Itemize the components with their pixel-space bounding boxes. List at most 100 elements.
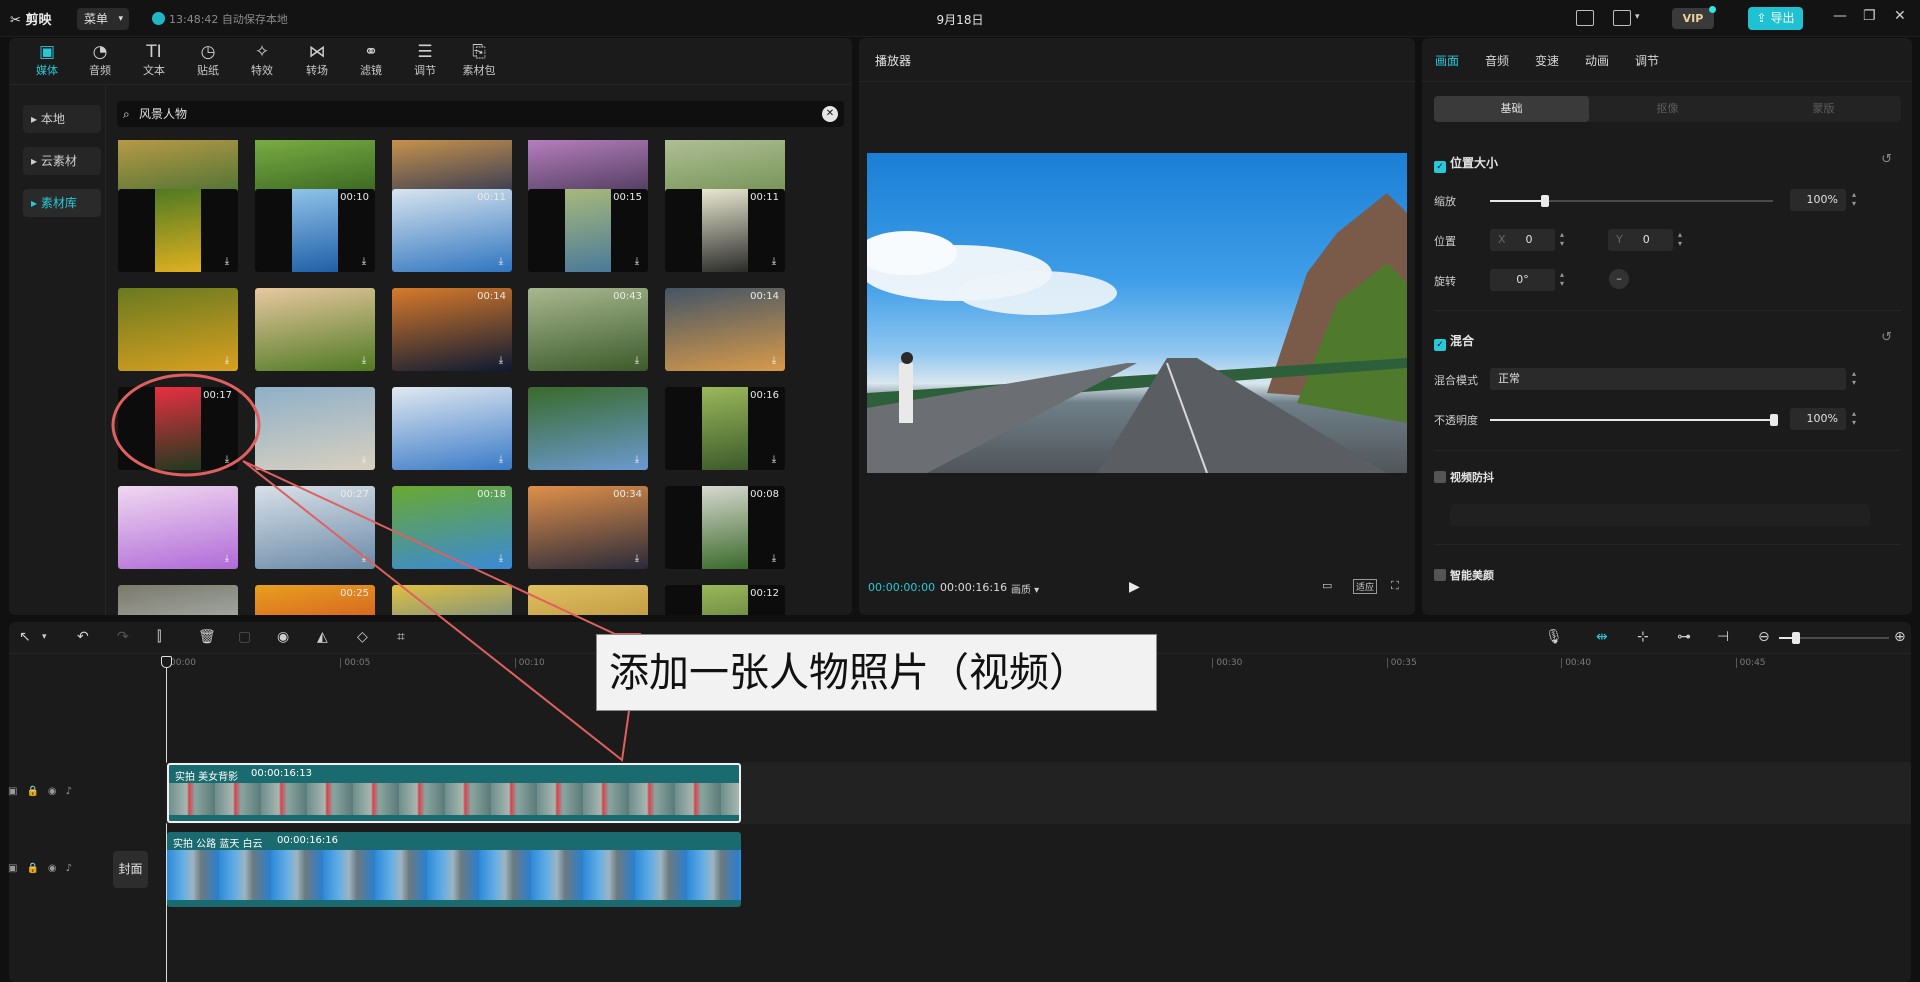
speaker-icon[interactable]: ♪ bbox=[66, 786, 81, 797]
tab-audio[interactable]: ◔ 音频 bbox=[76, 42, 124, 78]
opacity-input[interactable]: 100% bbox=[1790, 408, 1846, 430]
media-tile[interactable]: 00:11 ⤓ bbox=[665, 189, 785, 272]
crop-icon[interactable]: ⌗ bbox=[397, 629, 405, 645]
cover-button[interactable]: 封面 bbox=[113, 851, 148, 888]
clear-icon[interactable]: ✕ bbox=[822, 106, 838, 122]
download-icon[interactable]: ⤓ bbox=[768, 553, 780, 565]
download-icon[interactable]: ⤓ bbox=[631, 256, 643, 268]
zoom-out-icon[interactable]: ⊖ bbox=[1758, 629, 1770, 645]
speaker-icon[interactable]: ♪ bbox=[66, 863, 81, 874]
media-tile[interactable]: 00:14 ⤓ bbox=[665, 288, 785, 371]
rotate-icon[interactable]: ◇ bbox=[357, 629, 368, 645]
checkbox-unchecked-icon[interactable] bbox=[1434, 569, 1446, 581]
reverse-icon[interactable]: ◉ bbox=[277, 629, 289, 645]
reset-icon[interactable]: ↺ bbox=[1881, 330, 1892, 345]
tab-transition[interactable]: ⋈ 转场 bbox=[293, 42, 341, 78]
download-icon[interactable]: ⤓ bbox=[358, 256, 370, 268]
tab-speed[interactable]: 变速 bbox=[1535, 52, 1559, 69]
position-x-input[interactable]: X0 bbox=[1490, 229, 1555, 251]
subtab-cutout[interactable]: 抠像 bbox=[1590, 96, 1745, 122]
scale-stepper[interactable]: ▴ ▾ bbox=[1852, 190, 1856, 208]
download-icon[interactable]: ⤓ bbox=[358, 553, 370, 565]
sidebar-item-library[interactable]: ▸ 素材库 bbox=[23, 189, 101, 217]
media-tile[interactable]: 00:14 ⤓ bbox=[392, 288, 512, 371]
tab-adjust[interactable]: ☰ 调节 bbox=[401, 42, 449, 78]
quality-select[interactable]: 画质 ▾ bbox=[1011, 581, 1039, 596]
checkbox-checked-icon[interactable]: ✓ bbox=[1434, 339, 1446, 351]
search-input[interactable]: ⌕ 风景人物 ✕ bbox=[117, 101, 844, 127]
download-icon[interactable]: ⤓ bbox=[631, 355, 643, 367]
opacity-stepper[interactable]: ▴ ▾ bbox=[1852, 409, 1856, 427]
download-icon[interactable]: ⤓ bbox=[495, 256, 507, 268]
track-toggle-icon[interactable]: ▣ bbox=[8, 863, 26, 874]
lock-icon[interactable]: 🔒 bbox=[26, 863, 47, 874]
x-stepper[interactable]: ▴ ▾ bbox=[1560, 230, 1564, 248]
sidebar-item-local[interactable]: ▸ 本地 bbox=[23, 105, 101, 133]
position-y-input[interactable]: Y0 bbox=[1608, 229, 1673, 251]
opacity-slider-knob[interactable] bbox=[1770, 414, 1778, 426]
blend-mode-stepper[interactable]: ▴ ▾ bbox=[1852, 369, 1856, 387]
media-tile[interactable]: 00:15 ⤓ bbox=[528, 189, 648, 272]
ratio-button[interactable]: 适应 bbox=[1353, 579, 1378, 594]
rotate-stepper[interactable]: ▴ ▾ bbox=[1560, 270, 1564, 288]
main-track-magnet-icon[interactable]: ⇹ bbox=[1596, 629, 1608, 645]
media-tile[interactable]: ⤓ bbox=[255, 288, 375, 371]
media-tile[interactable]: ⤓ bbox=[255, 387, 375, 470]
media-tile[interactable]: 00:18 ⤓ bbox=[392, 486, 512, 569]
media-tile[interactable]: ⤓ bbox=[392, 387, 512, 470]
tab-effects[interactable]: ✧ 特效 bbox=[238, 42, 286, 78]
download-icon[interactable]: ⤓ bbox=[221, 355, 233, 367]
chevron-down-icon[interactable]: ▾ bbox=[42, 632, 47, 642]
media-tile[interactable]: 00:08 ⤓ bbox=[665, 486, 785, 569]
tab-animation[interactable]: 动画 bbox=[1585, 52, 1609, 69]
eye-icon[interactable]: ◉ bbox=[48, 863, 66, 874]
download-icon[interactable]: ⤓ bbox=[495, 355, 507, 367]
media-tile[interactable]: ⤓ bbox=[118, 288, 238, 371]
download-icon[interactable]: ⤓ bbox=[768, 355, 780, 367]
waveform-icon[interactable]: ▭ bbox=[1322, 579, 1332, 592]
subtab-basic[interactable]: 基础 bbox=[1434, 96, 1589, 122]
track-controls-1[interactable]: ▣🔒◉♪ bbox=[8, 786, 81, 797]
tab-sticker[interactable]: ◷ 贴纸 bbox=[184, 42, 232, 78]
zoom-in-icon[interactable]: ⊕ bbox=[1894, 629, 1906, 645]
tab-filter[interactable]: ⚭ 滤镜 bbox=[347, 42, 395, 78]
blend-section[interactable]: ✓ 混合 bbox=[1434, 332, 1474, 351]
menu-button[interactable]: 菜单 ▾ bbox=[77, 8, 129, 30]
media-tile[interactable]: ⤓ bbox=[118, 486, 238, 569]
checkbox-checked-icon[interactable]: ✓ bbox=[1434, 161, 1446, 173]
media-tile[interactable]: 00:43 ⤓ bbox=[528, 288, 648, 371]
position-size-section[interactable]: ✓ 位置大小 bbox=[1434, 154, 1498, 173]
fullscreen-icon[interactable]: ⛶ bbox=[1391, 579, 1399, 593]
rotate-input[interactable]: 0° bbox=[1490, 269, 1555, 291]
media-tile[interactable]: 00:11 ⤓ bbox=[392, 189, 512, 272]
sidebar-item-cloud[interactable]: ▸ 云素材 bbox=[23, 147, 101, 175]
download-icon[interactable]: ⤓ bbox=[358, 454, 370, 466]
download-icon[interactable]: ⤓ bbox=[221, 454, 233, 466]
lock-icon[interactable]: 🔒 bbox=[26, 786, 47, 797]
zoom-slider-knob[interactable] bbox=[1792, 632, 1800, 644]
snap-icon[interactable]: ⊹ bbox=[1637, 629, 1649, 645]
media-tile[interactable]: 00:16 ⤓ bbox=[665, 387, 785, 470]
select-tool-icon[interactable]: ↖ bbox=[19, 629, 31, 645]
download-icon[interactable]: ⤓ bbox=[358, 355, 370, 367]
media-tile[interactable]: ⤓ bbox=[528, 585, 648, 615]
close-icon[interactable]: ✕ bbox=[1894, 8, 1906, 24]
media-tile[interactable]: 00:17 ⤓ bbox=[118, 387, 238, 470]
media-tile[interactable]: 00:25⤓ bbox=[255, 585, 375, 615]
media-tile[interactable]: 00:34 ⤓ bbox=[528, 486, 648, 569]
eye-icon[interactable]: ◉ bbox=[48, 786, 66, 797]
checkbox-unchecked-icon[interactable] bbox=[1434, 471, 1446, 483]
play-icon[interactable]: ▶ bbox=[1129, 579, 1140, 595]
rotate-dial-icon[interactable]: – bbox=[1609, 269, 1629, 289]
media-tile[interactable]: ⤓ bbox=[392, 585, 512, 615]
media-tile[interactable]: 00:12⤓ bbox=[665, 585, 785, 615]
subtab-mask[interactable]: 蒙版 bbox=[1746, 96, 1901, 122]
tab-media[interactable]: ▣ 媒体 bbox=[23, 42, 71, 78]
download-icon[interactable]: ⤓ bbox=[495, 553, 507, 565]
download-icon[interactable]: ⤓ bbox=[631, 553, 643, 565]
undo-icon[interactable]: ↶ bbox=[77, 629, 89, 645]
download-icon[interactable]: ⤓ bbox=[221, 553, 233, 565]
vip-button[interactable]: VIP bbox=[1672, 6, 1716, 29]
y-stepper[interactable]: ▴ ▾ bbox=[1678, 230, 1682, 248]
tab-text[interactable]: TI 文本 bbox=[130, 42, 178, 78]
